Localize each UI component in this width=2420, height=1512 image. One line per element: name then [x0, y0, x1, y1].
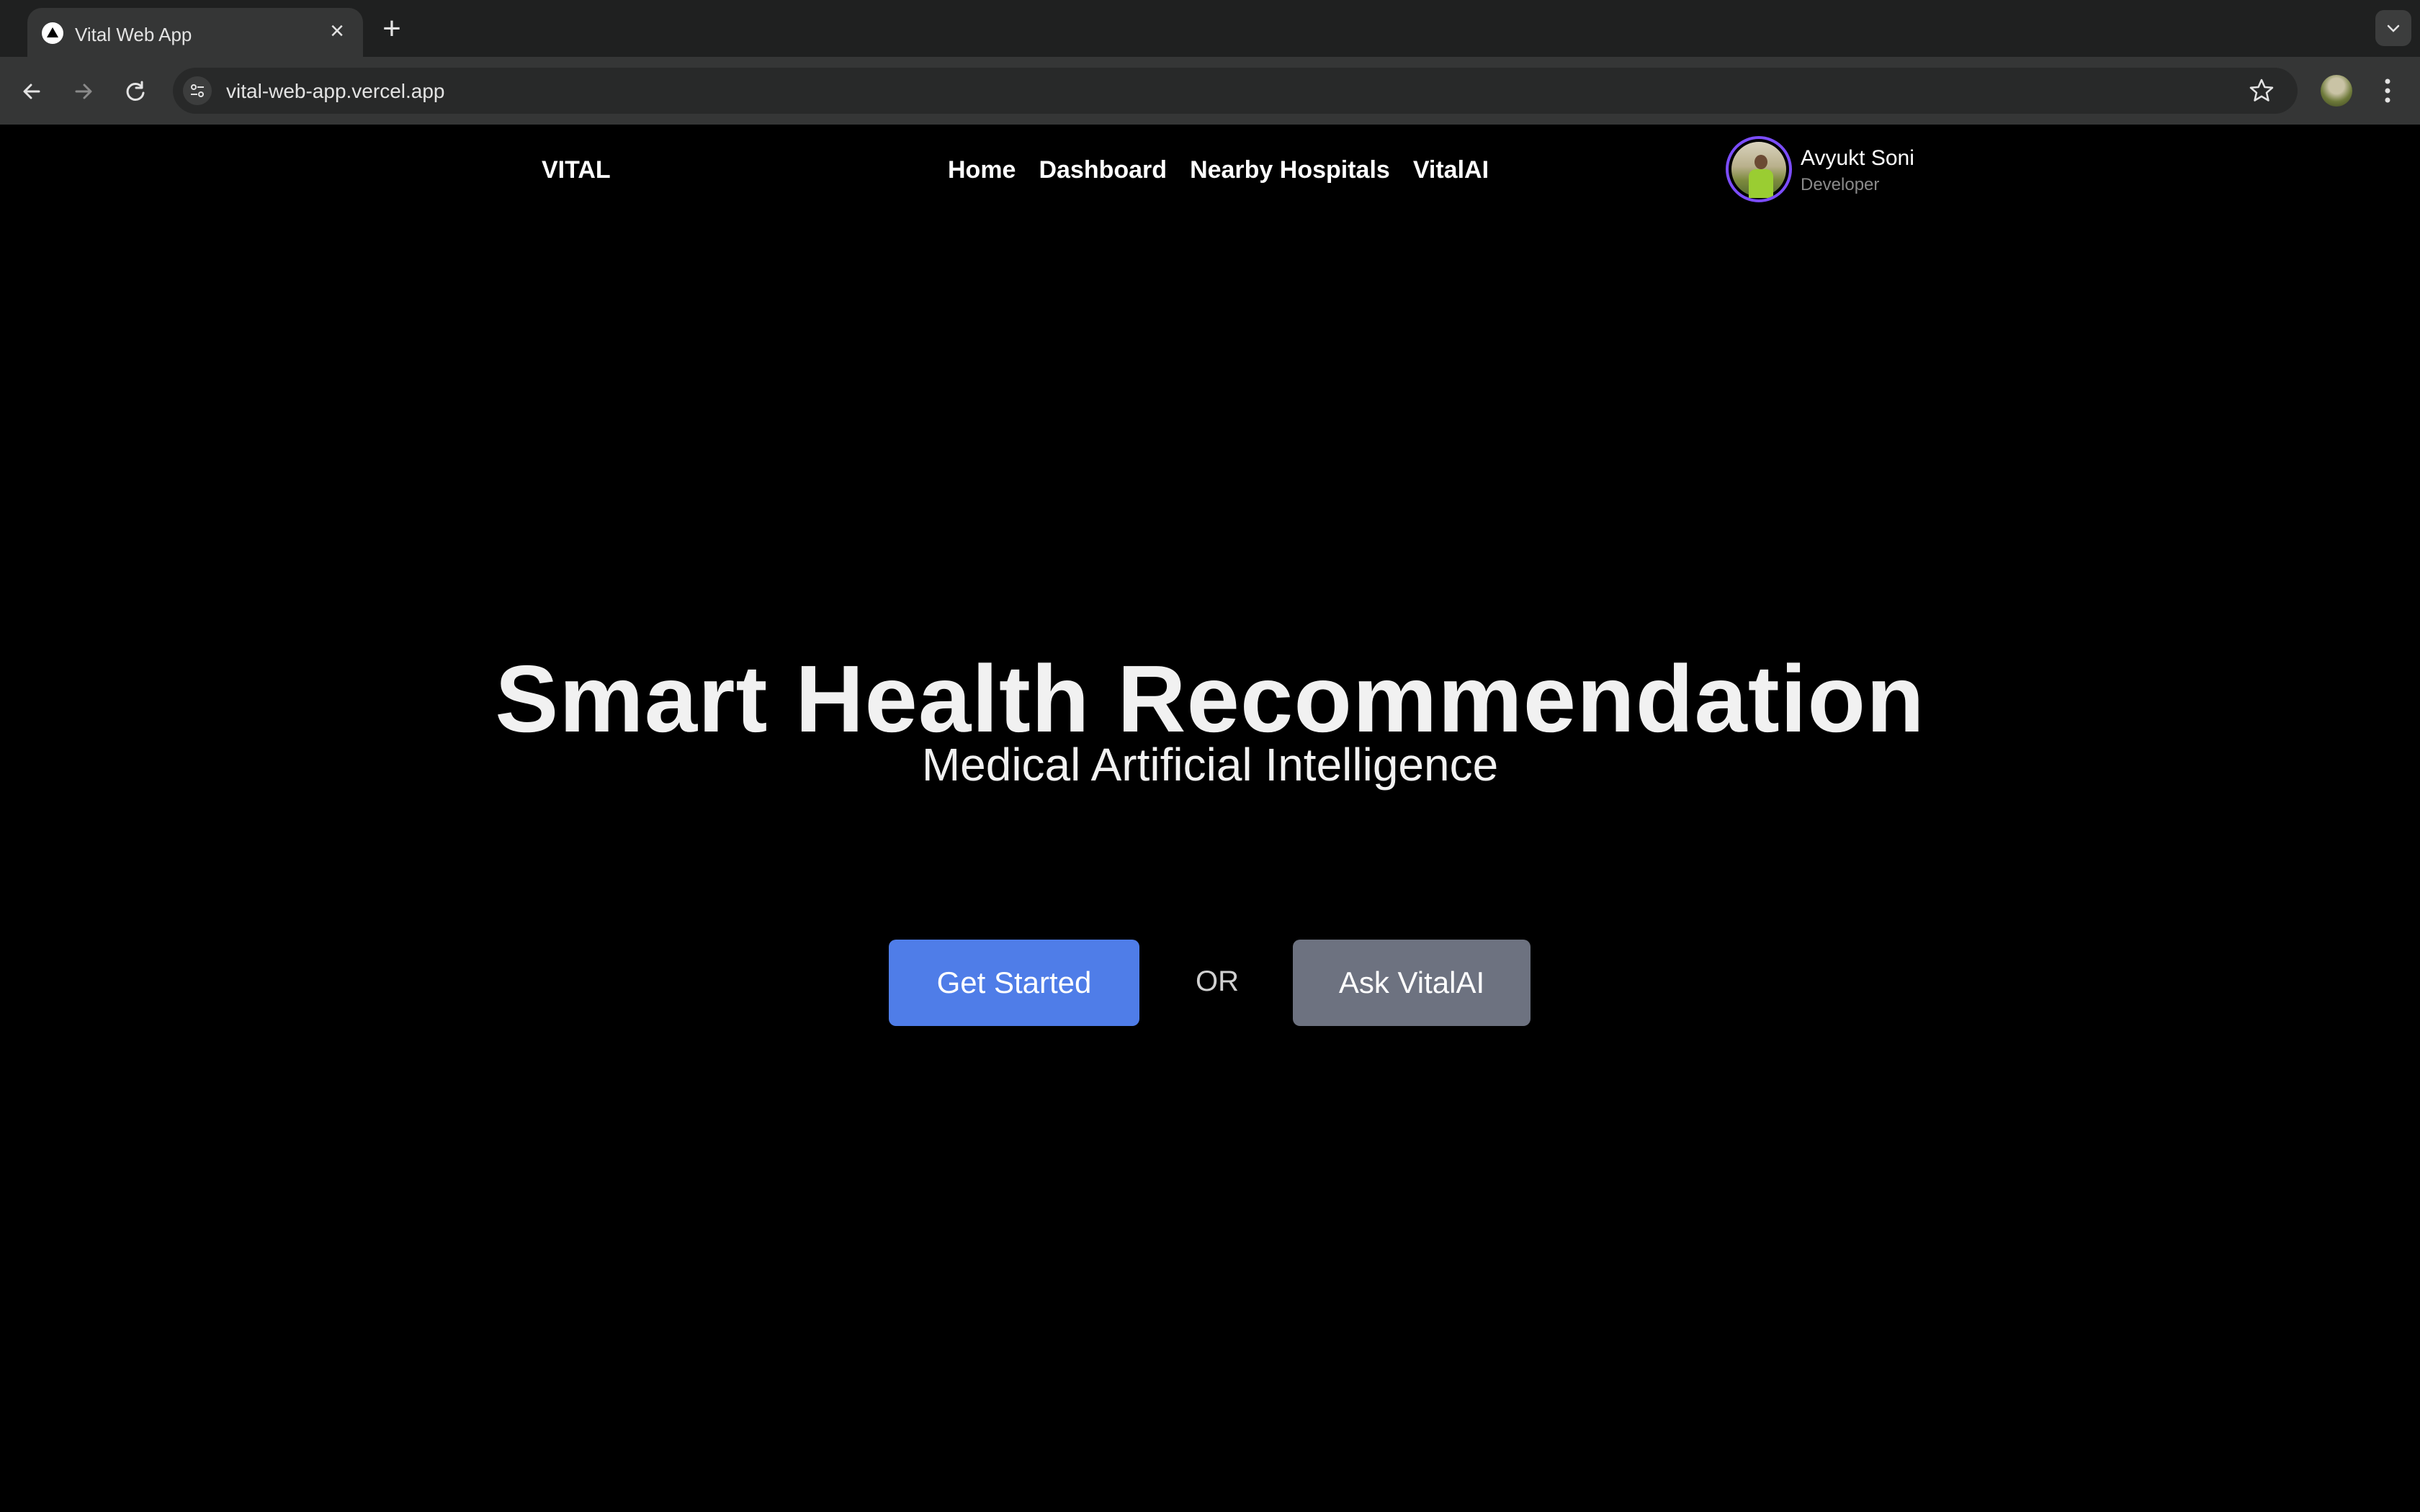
url-text: vital-web-app.vercel.app [226, 80, 445, 102]
page-content: VITAL Home Dashboard Nearby Hospitals Vi… [0, 125, 2420, 1512]
nav-link-vitalai[interactable]: VitalAI [1413, 156, 1489, 184]
browser-profile-avatar[interactable] [2321, 75, 2352, 107]
browser-toolbar: vital-web-app.vercel.app [0, 57, 2420, 125]
avatar-photo [1731, 142, 1786, 198]
hero-title: Smart Health Recommendation [495, 646, 1925, 752]
user-role: Developer [1801, 175, 1880, 194]
bookmark-star-icon[interactable] [2247, 76, 2276, 105]
more-options-icon[interactable] [2377, 73, 2398, 109]
tab-search-button[interactable] [2375, 10, 2411, 46]
address-bar[interactable]: vital-web-app.vercel.app [173, 68, 2298, 114]
or-separator: OR [1196, 966, 1239, 997]
main-nav: Home Dashboard Nearby Hospitals VitalAI [948, 156, 1489, 184]
tune-icon [191, 84, 204, 97]
brand-logo[interactable]: VITAL [542, 156, 611, 184]
hero-subtitle: Medical Artificial Intelligence [921, 739, 1499, 791]
get-started-button[interactable]: Get Started [889, 940, 1139, 1026]
back-arrow-icon[interactable] [16, 76, 48, 107]
tab-title: Vital Web App [75, 24, 192, 45]
site-info-button[interactable] [183, 76, 212, 105]
user-avatar[interactable] [1726, 136, 1792, 202]
forward-arrow-icon[interactable] [68, 76, 99, 107]
new-tab-button[interactable]: + [376, 13, 408, 45]
nav-link-dashboard[interactable]: Dashboard [1039, 156, 1167, 184]
tab-close-icon[interactable]: × [324, 18, 350, 44]
chevron-down-icon [2387, 24, 2400, 32]
user-name: Avyukt Soni [1801, 146, 1914, 170]
browser-tab[interactable]: Vital Web App × [27, 8, 363, 57]
nav-link-home[interactable]: Home [948, 156, 1016, 184]
reload-icon[interactable] [120, 76, 151, 107]
tab-strip: Vital Web App × + [0, 0, 2420, 57]
vercel-favicon-icon [42, 22, 63, 44]
ask-vitalai-button[interactable]: Ask VitalAI [1293, 940, 1531, 1026]
nav-link-nearby-hospitals[interactable]: Nearby Hospitals [1190, 156, 1390, 184]
